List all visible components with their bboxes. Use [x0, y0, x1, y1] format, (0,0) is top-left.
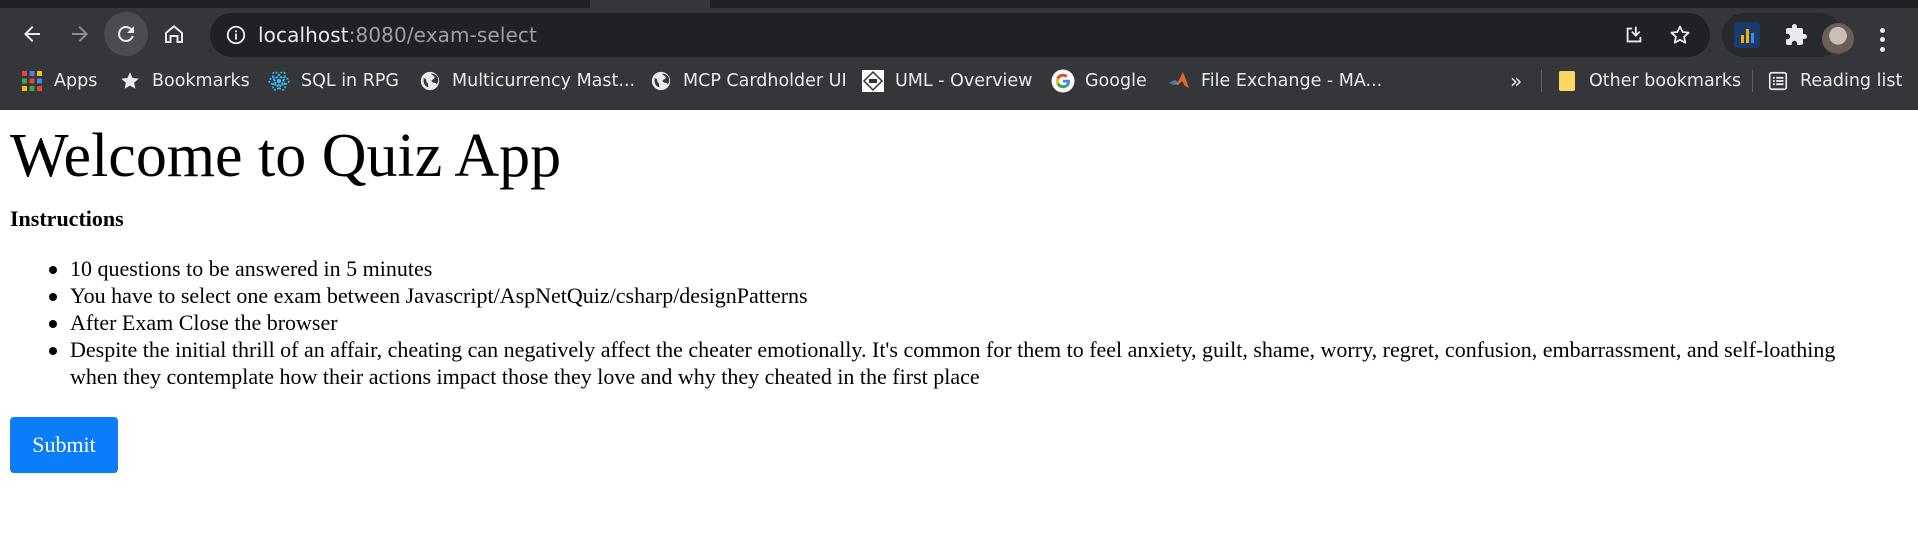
install-app-icon[interactable]: [1620, 21, 1648, 49]
matlab-icon: [1167, 69, 1191, 93]
forward-arrow-icon: [72, 26, 88, 42]
bookmark-label: SQL in RPG: [301, 71, 399, 91]
list-item: After Exam Close the browser: [49, 309, 1880, 336]
back-button[interactable]: [10, 12, 54, 56]
url-text[interactable]: localhost:8080/exam-select: [258, 23, 537, 47]
bookmarks-bar: Apps Bookmarks SQL in RPG Multicurrency …: [0, 62, 1918, 110]
globe-icon: [649, 69, 673, 93]
bookmark-label: Apps: [54, 71, 98, 91]
bookmark-label: Bookmarks: [152, 71, 250, 91]
bookmark-bookmarks[interactable]: Bookmarks: [118, 62, 250, 100]
analytics-extension-icon[interactable]: [1734, 22, 1760, 48]
list-item: 10 questions to be answered in 5 minutes: [49, 255, 1880, 282]
active-tab-edge[interactable]: [590, 0, 710, 8]
reading-list-label: Reading list: [1800, 71, 1903, 91]
reading-list-button[interactable]: Reading list: [1766, 62, 1902, 100]
bookmark-star-icon[interactable]: [1666, 21, 1694, 49]
overflow-chevron-icon: »: [1510, 69, 1523, 93]
reload-icon: [117, 25, 134, 42]
bookmark-file-exchange[interactable]: File Exchange - MA...: [1167, 62, 1382, 100]
submit-button[interactable]: Submit: [10, 417, 118, 473]
bookmark-other-bookmarks[interactable]: Other bookmarks: [1555, 62, 1741, 100]
reload-button[interactable]: [104, 12, 148, 56]
browser-toolbar: localhost:8080/exam-select: [0, 8, 1918, 62]
star-icon: [118, 69, 142, 93]
bookmark-sql-in-rpg[interactable]: SQL in RPG: [267, 62, 399, 100]
back-arrow-icon: [24, 26, 40, 42]
instructions-list: 10 questions to be answered in 5 minutes…: [49, 255, 1880, 390]
home-icon: [165, 25, 183, 43]
bookmark-apps[interactable]: Apps: [20, 62, 97, 100]
bookmark-label: MCP Cardholder UI: [683, 71, 847, 91]
address-bar[interactable]: localhost:8080/exam-select: [210, 13, 1710, 57]
browser-chrome: localhost:8080/exam-select Apps Bookmark…: [0, 0, 1918, 110]
profile-avatar[interactable]: [1822, 23, 1854, 55]
globe-icon: [418, 69, 442, 93]
bookmark-label: UML - Overview: [895, 71, 1033, 91]
extensions-puzzle-icon[interactable]: [1782, 21, 1810, 49]
url-path: :8080/exam-select: [348, 23, 537, 47]
google-g-icon: [1051, 69, 1075, 93]
bookmark-mcp-cardholder[interactable]: MCP Cardholder UI: [649, 62, 847, 100]
react-atom-icon: [267, 69, 291, 93]
bookmarks-overflow-chevron[interactable]: »: [1510, 62, 1522, 100]
reading-list-icon: [1766, 69, 1790, 93]
apps-grid-icon: [20, 69, 44, 93]
list-item: You have to select one exam between Java…: [49, 282, 1880, 309]
page-content: Welcome to Quiz App Instructions 10 ques…: [0, 110, 1918, 534]
bookmark-label: Other bookmarks: [1589, 71, 1742, 91]
url-host: localhost: [258, 23, 349, 47]
instructions-heading: Instructions: [10, 206, 124, 231]
bookmark-multicurrency[interactable]: Multicurrency Mast...: [418, 62, 635, 100]
site-info-icon[interactable]: [224, 23, 248, 47]
bookmarks-divider: [1752, 70, 1753, 92]
bookmark-label: Google: [1085, 71, 1147, 91]
bookmark-label: File Exchange - MA...: [1201, 71, 1383, 91]
home-button[interactable]: [152, 12, 196, 56]
tab-strip: [0, 0, 1918, 8]
browser-menu-icon[interactable]: [1870, 26, 1894, 54]
bookmark-google[interactable]: Google: [1051, 62, 1147, 100]
list-item: Despite the initial thrill of an affair,…: [49, 336, 1880, 390]
bookmarks-divider: [1541, 70, 1542, 92]
page-title: Welcome to Quiz App: [10, 122, 562, 190]
uml-logo-icon: [861, 69, 885, 93]
bookmark-label: Multicurrency Mast...: [452, 71, 636, 91]
folder-icon: [1555, 69, 1579, 93]
bookmark-uml-overview[interactable]: UML - Overview: [861, 62, 1033, 100]
forward-button[interactable]: [58, 12, 102, 56]
